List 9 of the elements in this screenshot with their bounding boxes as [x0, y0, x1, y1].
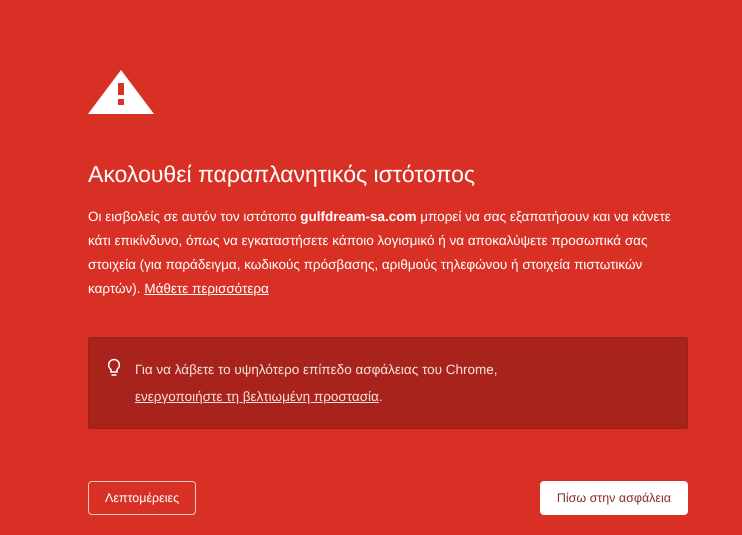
lightbulb-icon	[107, 358, 121, 378]
tip-message: Για να λάβετε το υψηλότερο επίπεδο ασφάλειας του Chrome, ενεργοποιήστε τη βελτιωμένη προστασία.	[135, 361, 499, 406]
warning-icon	[88, 70, 154, 114]
details-button[interactable]: Λεπτομέρειες	[88, 481, 196, 515]
page-title: Ακολουθεί παραπλανητικός ιστότοπος	[88, 160, 476, 189]
enhanced-protection-link[interactable]: ενεργοποιήστε τη βελτιωμένη προστασία	[135, 389, 379, 404]
learn-more-link[interactable]: Μάθετε περισσότερα	[144, 281, 269, 296]
warning-message: Οι εισβολείς σε αυτόν τον ιστότοπο gulfdream-sa.com μπορεί να σας εξαπατήσουν και να κάνετε κάτι επικίνδυνο, όπως να εγκαταστήσετε κάποιο λογισμικό ή να αποκαλύψετε προσωπικά σας στοιχεία (για παράδειγμα, κωδικούς πρόσβασης, αριθμούς τηλεφώνου ή στοιχεία πιστωτικών καρτών). Μάθετε περισσότερα	[88, 208, 672, 298]
back-to-safety-button[interactable]: Πίσω στην ασφάλεια	[540, 481, 688, 515]
